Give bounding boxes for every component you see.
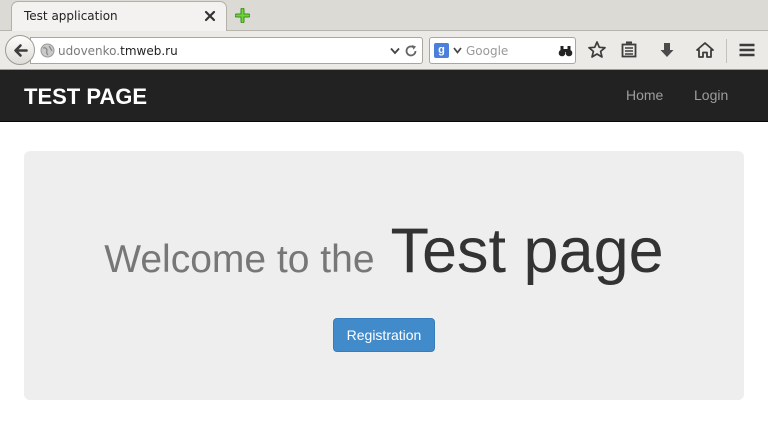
browser-toolbar: udovenko.tmweb.ru g — [0, 31, 768, 70]
url-domain: tmweb.ru — [120, 44, 178, 58]
nav-home-link[interactable]: Home — [626, 87, 663, 103]
page-title: Test page — [390, 216, 664, 286]
nav-login-link[interactable]: Login — [694, 87, 728, 103]
google-icon: g — [434, 43, 449, 58]
site-navbar: TEST PAGE Home Login — [0, 70, 768, 122]
chevron-down-icon[interactable] — [390, 47, 400, 55]
home-icon[interactable] — [695, 40, 715, 60]
menu-icon[interactable] — [737, 40, 757, 60]
toolbar-separator — [726, 39, 727, 63]
welcome-text: Welcome to the — [104, 238, 375, 281]
arrow-left-icon — [14, 44, 28, 57]
search-input[interactable] — [466, 44, 554, 58]
browser-tab[interactable]: Test application — [11, 1, 227, 31]
url-prefix: udovenko. — [58, 44, 121, 58]
registration-button[interactable]: Registration — [333, 318, 435, 352]
binoculars-icon[interactable] — [558, 44, 573, 58]
jumbotron: Welcome to the Test page Registration — [24, 151, 744, 400]
url-bar[interactable]: udovenko.tmweb.ru — [30, 37, 423, 64]
headline: Welcome to the Test page — [24, 215, 744, 287]
tab-title: Test application — [24, 9, 118, 23]
chevron-down-icon[interactable] — [453, 47, 462, 54]
new-tab-icon[interactable] — [235, 8, 250, 23]
download-icon[interactable] — [657, 40, 677, 60]
search-bar[interactable]: g — [429, 37, 576, 64]
browser-tabstrip: Test application — [0, 0, 768, 31]
reload-icon[interactable] — [404, 44, 418, 58]
star-icon[interactable] — [587, 40, 607, 60]
brand-link[interactable]: TEST PAGE — [24, 84, 147, 110]
reading-list-icon[interactable] — [619, 40, 639, 60]
globe-icon — [40, 43, 55, 58]
back-button[interactable] — [5, 35, 35, 65]
url-text: udovenko.tmweb.ru — [58, 44, 178, 58]
close-icon[interactable] — [204, 10, 216, 22]
